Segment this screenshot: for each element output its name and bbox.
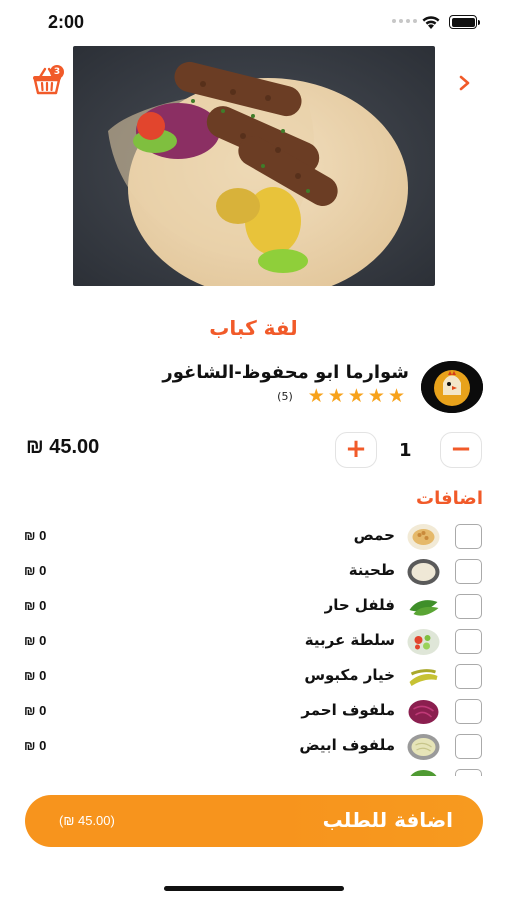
next-arrow-button[interactable] xyxy=(455,72,475,94)
extra-item-partial xyxy=(0,764,507,776)
red-cabbage-thumbnail-icon xyxy=(408,700,439,724)
cart-button[interactable]: 3 xyxy=(31,65,65,98)
extra-item[interactable]: فلفل حار ₪ 0 xyxy=(0,589,507,624)
status-bar: 2:00 xyxy=(0,0,507,44)
product-image xyxy=(73,46,435,286)
extra-name: سلطة عربية xyxy=(304,631,395,649)
extra-price: ₪ 0 xyxy=(24,668,47,683)
add-to-order-label: اضافة للطلب xyxy=(322,808,453,832)
product-price: ₪ 45.00 xyxy=(26,436,100,458)
status-time: 2:00 xyxy=(48,12,85,32)
add-to-order-button[interactable]: اضافة للطلب (₪ 45.00) xyxy=(25,795,483,847)
home-indicator xyxy=(164,886,344,891)
star-icon: ★ xyxy=(307,385,325,407)
extra-name: فلفل حار xyxy=(324,596,395,614)
extra-checkbox[interactable] xyxy=(455,524,482,549)
increase-quantity-button[interactable]: + xyxy=(335,432,377,468)
decrease-quantity-button[interactable]: − xyxy=(440,432,482,468)
restaurant-name: شوارما ابو محفوظ-الشاغور xyxy=(162,362,409,383)
tahini-thumbnail-icon xyxy=(407,559,440,585)
extra-name: خيار مكبوس xyxy=(304,666,395,684)
star-icon: ★ xyxy=(387,385,405,407)
extra-price: ₪ 0 xyxy=(24,528,47,543)
extra-checkbox[interactable] xyxy=(455,699,482,724)
extra-checkbox[interactable] xyxy=(455,594,482,619)
extra-item[interactable]: خيار مكبوس ₪ 0 xyxy=(0,659,507,694)
signal-icon xyxy=(392,19,417,23)
extra-name: ملفوف احمر xyxy=(301,701,395,719)
arabic-salad-thumbnail-icon xyxy=(407,629,440,655)
hot-pepper-thumbnail-icon xyxy=(409,600,439,616)
white-cabbage-thumbnail-icon xyxy=(407,734,440,760)
extra-name: حمص xyxy=(353,526,395,544)
star-icon: ★ xyxy=(367,385,385,407)
extra-price: ₪ 0 xyxy=(24,563,47,578)
extra-checkbox[interactable] xyxy=(455,734,482,759)
extra-item[interactable]: ملفوف احمر ₪ 0 xyxy=(0,694,507,729)
extra-checkbox[interactable] xyxy=(455,559,482,584)
cart-badge: 3 xyxy=(50,65,64,79)
pickles-thumbnail-icon xyxy=(409,669,438,686)
extra-price: ₪ 0 xyxy=(24,703,47,718)
rating-count: (5) xyxy=(277,389,293,403)
extra-price: ₪ 0 xyxy=(24,598,47,613)
extra-item[interactable]: ملفوف ابيض ₪ 0 xyxy=(0,729,507,764)
greens-thumbnail-icon xyxy=(410,770,437,776)
extra-price: ₪ 0 xyxy=(24,633,47,648)
add-to-order-total: (₪ 45.00) xyxy=(59,813,115,828)
extra-name: ملفوف ابيض xyxy=(299,736,395,754)
star-icon: ★ xyxy=(347,385,365,407)
extra-checkbox[interactable] xyxy=(455,769,482,776)
extra-item[interactable]: حمص ₪ 0 xyxy=(0,519,507,554)
restaurant-logo xyxy=(421,361,483,413)
quantity-value: 1 xyxy=(399,440,412,461)
extra-name: طحينة xyxy=(348,561,395,579)
rating: (5) ★ ★ ★ ★ ★ xyxy=(277,386,405,406)
extras-list[interactable]: حمص ₪ 0 طحينة ₪ 0 فلفل حار ₪ 0 سلطة عربية ₪ 0 خي… xyxy=(0,518,507,776)
extra-checkbox[interactable] xyxy=(455,664,482,689)
wifi-icon xyxy=(422,16,440,29)
extras-title: اضافات xyxy=(416,488,483,509)
hummus-thumbnail-icon xyxy=(407,524,440,550)
extra-checkbox[interactable] xyxy=(455,629,482,654)
extra-price: ₪ 0 xyxy=(24,738,47,753)
extra-item[interactable]: سلطة عربية ₪ 0 xyxy=(0,624,507,659)
chevron-right-icon xyxy=(459,75,470,91)
star-icon: ★ xyxy=(327,385,345,407)
product-title: لفة كباب xyxy=(209,316,298,340)
battery-icon xyxy=(449,15,480,29)
extra-item[interactable]: طحينة ₪ 0 xyxy=(0,554,507,589)
